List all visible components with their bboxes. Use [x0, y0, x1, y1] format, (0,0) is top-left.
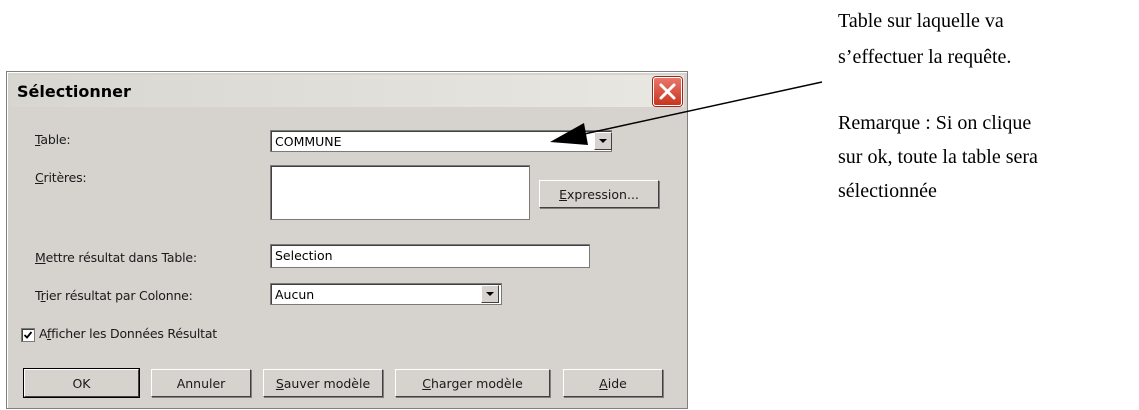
annotation-line-2: s’effectuer la requête.	[838, 46, 1012, 68]
annotation-line-4: sur ok, toute la table sera	[838, 146, 1038, 168]
annotation-line-5: sélectionnée	[838, 180, 937, 202]
annotation-line-1: Table sur laquelle va	[838, 10, 1004, 32]
annotation-line-3: Remarque : Si on clique	[838, 112, 1032, 134]
